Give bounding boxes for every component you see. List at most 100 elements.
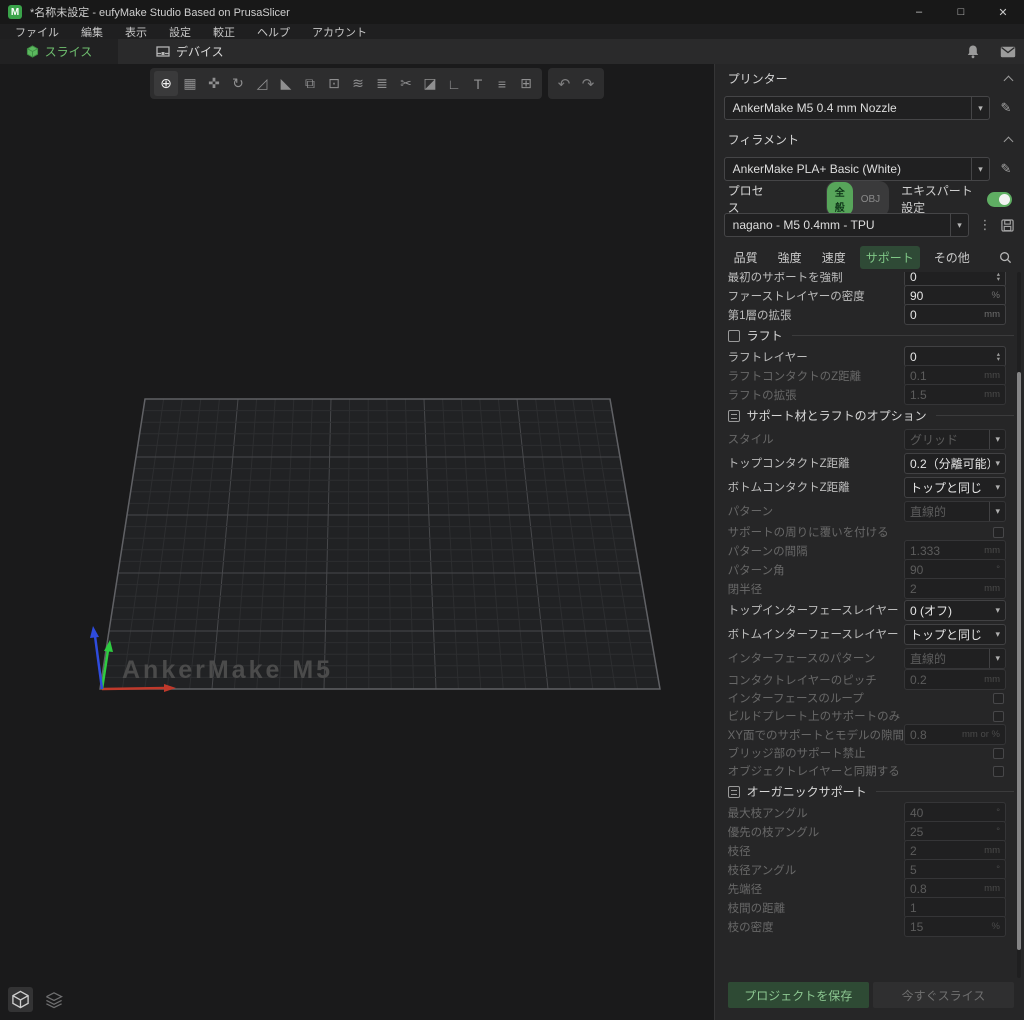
setting-input[interactable]: 0 ▴ ▾ [904,346,1006,367]
menu-item-4[interactable]: 較正 [202,24,246,40]
layer-range-icon[interactable]: ≡ [490,71,514,96]
expert-settings-toggle[interactable] [986,191,1012,207]
paste-icon[interactable]: ⊡ [322,71,346,96]
text-embossing-icon[interactable]: T [466,71,490,96]
setting-tab-3[interactable]: サポート [859,245,920,269]
menu-item-6[interactable]: アカウント [301,24,378,40]
setting-select[interactable]: 直線的 ▾ [904,647,1006,669]
dropdown-arrow-icon[interactable]: ▾ [990,605,1000,616]
process-preset-select[interactable]: nagano - M5 0.4mm - TPU ▾ [723,213,969,237]
printer-select[interactable]: AnkerMake M5 0.4 mm Nozzle ▾ [723,96,990,120]
menu-item-3[interactable]: 設定 [158,24,202,40]
variable-layer-height-icon[interactable]: ≣ [370,71,394,96]
scale-icon[interactable]: ◿ [250,71,274,96]
setting-checkbox[interactable] [993,710,1004,722]
viewport-3d[interactable]: AnkerMake M5 ⊕ ▦ ✜ ↻ ◿ ◣ ⧉ ⊡ ≋ ≣ ✂ ◪ ∟ T ≡ ⊞ ↶ ↷ [0,64,714,1020]
spinner-down-icon[interactable]: ▾ [997,356,1000,363]
mail-icon[interactable] [1000,46,1016,58]
setting-tab-2[interactable]: 速度 [816,246,852,269]
setting-tab-0[interactable]: 品質 [728,246,764,269]
setting-input[interactable]: 0.8 mm [904,878,1006,899]
tab-device[interactable]: デバイス [132,39,248,64]
spinner-icon[interactable]: ▴ ▾ [997,351,1000,363]
setting-input[interactable]: 90 ° [904,559,1006,580]
dropdown-arrow-icon[interactable]: ▾ [971,97,989,119]
setting-select[interactable]: 0 (オフ) ▾ [904,599,1006,621]
setting-input[interactable]: 1 [904,897,1006,918]
scrollbar-thumb[interactable] [1017,372,1021,950]
menu-item-0[interactable]: ファイル [4,24,70,40]
setting-input[interactable]: 1.333 mm [904,540,1006,561]
setting-input[interactable]: 25 ° [904,821,1006,842]
setting-input[interactable]: 5 ° [904,859,1006,880]
setting-input[interactable]: 0.8 mm or % [904,724,1006,745]
dropdown-arrow-icon[interactable]: ▾ [990,458,1000,469]
setting-tab-1[interactable]: 強度 [772,246,808,269]
notification-bell-icon[interactable] [966,44,980,59]
dropdown-arrow-icon[interactable]: ▾ [971,158,989,180]
dropdown-arrow-icon[interactable]: ▾ [989,648,1000,668]
filament-section-header[interactable]: フィラメント [715,125,1024,154]
cut-icon[interactable]: ✂ [394,71,418,96]
move-icon[interactable]: ✜ [202,71,226,96]
save-project-button[interactable]: プロジェクトを保存 [727,982,869,1008]
spinner-icon[interactable]: ▴ ▾ [997,272,1000,282]
dropdown-arrow-icon[interactable]: ▾ [989,429,1000,449]
setting-checkbox[interactable] [993,526,1004,538]
seam-painting-icon[interactable]: ≋ [346,71,370,96]
view-preview-button[interactable] [41,987,66,1012]
setting-select[interactable]: トップと同じ ▾ [904,476,1006,498]
redo-icon[interactable]: ↷ [576,71,600,96]
dropdown-arrow-icon[interactable]: ▾ [990,482,1000,493]
setting-value: 1.333 [910,543,941,558]
menu-item-2[interactable]: 表示 [114,24,158,40]
slice-now-button[interactable]: 今すぐスライス [872,982,1014,1008]
setting-input[interactable]: 2 mm [904,578,1006,599]
close-button[interactable]: ✕ [982,0,1024,24]
setting-select[interactable]: グリッド ▾ [904,428,1006,450]
copy-icon[interactable]: ⧉ [298,71,322,96]
edit-printer-icon[interactable]: ✎ [998,100,1014,116]
save-preset-icon[interactable] [1001,218,1014,232]
minimize-button[interactable]: – [898,0,940,24]
menu-item-1[interactable]: 編集 [70,24,114,40]
setting-select[interactable]: 直線的 ▾ [904,500,1006,522]
rotate-icon[interactable]: ↻ [226,71,250,96]
connectors-icon[interactable]: ⊞ [514,71,538,96]
menu-item-5[interactable]: ヘルプ [246,24,301,40]
measure-icon[interactable]: ∟ [442,71,466,96]
setting-checkbox[interactable] [993,765,1004,777]
setting-input[interactable]: 1.5 mm [904,384,1006,405]
preset-menu-icon[interactable]: ⋮ [977,217,993,233]
maximize-button[interactable]: □ [940,0,982,24]
scope-object-pill[interactable]: OBJ [853,192,888,207]
setting-input[interactable]: 40 ° [904,802,1006,823]
setting-input[interactable]: 90% [904,285,1006,306]
setting-input[interactable]: 0.1 mm [904,365,1006,386]
search-icon[interactable] [999,251,1012,264]
place-on-face-icon[interactable]: ◣ [274,71,298,96]
view-3d-editor-button[interactable] [8,987,33,1012]
add-model-icon[interactable]: ⊕ [154,71,178,96]
setting-input[interactable]: 0 mm [904,304,1006,325]
tab-slice[interactable]: スライス [0,39,118,64]
undo-icon[interactable]: ↶ [552,71,576,96]
setting-checkbox[interactable] [993,692,1004,704]
spinner-down-icon[interactable]: ▾ [997,276,1000,283]
setting-input[interactable]: 15% [904,916,1006,937]
dropdown-arrow-icon[interactable]: ▾ [950,214,968,236]
setting-checkbox[interactable] [993,747,1004,759]
setting-tab-4[interactable]: その他 [928,246,976,269]
setting-select[interactable]: 0.2（分離可能） ▾ [904,452,1006,474]
arrange-icon[interactable]: ▦ [178,71,202,96]
setting-select[interactable]: トップと同じ ▾ [904,623,1006,645]
dropdown-arrow-icon[interactable]: ▾ [989,501,1000,521]
setting-input[interactable]: 2 mm [904,840,1006,861]
edit-filament-icon[interactable]: ✎ [998,161,1014,177]
setting-input[interactable]: 0.2 mm [904,669,1006,690]
printer-section-header[interactable]: プリンター [715,64,1024,93]
scope-global-pill[interactable]: 全般 [826,182,853,216]
filament-select[interactable]: AnkerMake PLA+ Basic (White) ▾ [723,157,990,181]
dropdown-arrow-icon[interactable]: ▾ [990,629,1000,640]
support-painting-icon[interactable]: ◪ [418,71,442,96]
